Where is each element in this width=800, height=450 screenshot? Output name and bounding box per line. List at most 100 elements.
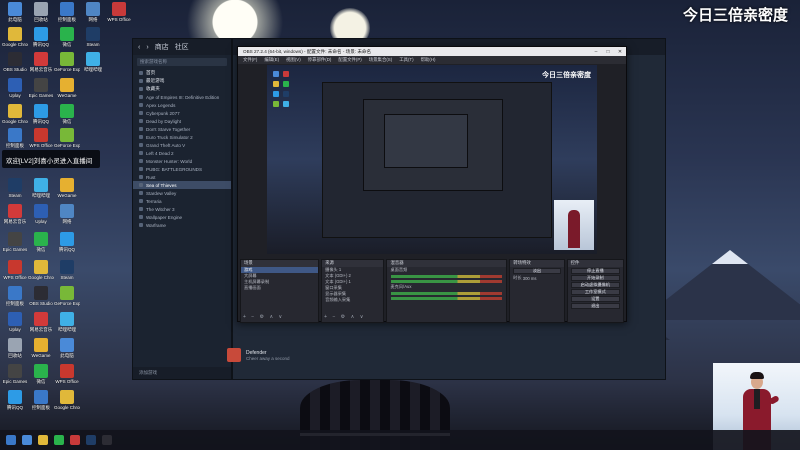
game-list-item[interactable]: Age of Empires III: Definitive Edition <box>133 93 231 101</box>
taskbar-app-icon[interactable] <box>102 435 112 445</box>
obs-titlebar: OBS 27.2.4 (64-bit, windows) - 配置文件: 未命名… <box>238 47 626 56</box>
audio-mixer-dock: 混音器 桌面音频 麦克风/Aux <box>386 259 508 323</box>
game-list-item[interactable]: Wallpaper Engine <box>133 213 231 221</box>
library-section[interactable]: 首页 <box>133 69 231 77</box>
preview-desktop-icon <box>283 101 289 107</box>
taskbar-app-icon[interactable] <box>22 435 32 445</box>
friend-status: Cheer away a second <box>246 355 290 361</box>
game-list-item[interactable]: Apex Legends <box>133 101 231 109</box>
sources-header: 来源 <box>322 260 384 267</box>
add-game-button[interactable]: 添加游戏 <box>133 367 231 379</box>
duration-input[interactable]: 300 ms <box>523 276 537 281</box>
taskbar <box>0 430 800 450</box>
menu-edit[interactable]: 编辑(E) <box>264 57 279 63</box>
controls-dock: 控件 停止直播 开始录制 启动虚拟摄像机 工作室模式 设置 退出 <box>566 259 624 323</box>
menu-scene-collection[interactable]: 场景集合(S) <box>369 57 392 63</box>
audio-meter <box>391 292 503 295</box>
game-list-item[interactable]: Dead by Daylight <box>133 117 231 125</box>
taskbar-app-icon[interactable] <box>86 435 96 445</box>
source-item[interactable]: 音频输入采集 <box>322 297 383 303</box>
game-list-item-selected[interactable]: Sea of Thieves <box>133 181 231 189</box>
preview-desktop-icon <box>273 101 279 107</box>
studio-mode-button[interactable]: 工作室模式 <box>570 289 620 295</box>
menu-tools[interactable]: 工具(T) <box>399 57 413 63</box>
menu-profile[interactable]: 配置文件(P) <box>338 57 361 63</box>
obs-docks: 场景 游戏 大屏幕 主机屏幕录制 直播画面 + − ⚙ ∧ ∨ 来源 摄像头 1… <box>238 259 626 323</box>
game-list-item[interactable]: Euro Truck Simulator 2 <box>133 133 231 141</box>
audio-volume-slider[interactable] <box>391 280 503 283</box>
menu-view[interactable]: 视图(V) <box>286 57 301 63</box>
library-section[interactable]: 最近游戏 <box>133 77 231 85</box>
game-icon <box>139 103 143 107</box>
desktop-icon[interactable]: 哔哩哔哩 <box>80 52 106 82</box>
minimize-icon[interactable]: – <box>590 49 602 55</box>
back-icon[interactable]: ‹ <box>138 44 140 51</box>
obs-preview[interactable]: 今日三倍亲密度 <box>267 65 597 254</box>
game-list-item[interactable]: Grand Theft Auto V <box>133 141 231 149</box>
scenes-header: 场景 <box>241 260 319 267</box>
taskbar-app-icon[interactable] <box>54 435 64 445</box>
scene-item[interactable]: 直播画面 <box>241 285 318 291</box>
menu-docks[interactable]: 停靠部件(D) <box>308 57 332 63</box>
window-title: OBS 27.2.4 (64-bit, windows) - 配置文件: 未命名… <box>243 48 372 54</box>
mixer-header: 混音器 <box>387 260 507 267</box>
maximize-icon[interactable]: □ <box>602 49 614 55</box>
menu-file[interactable]: 文件(F) <box>243 57 257 63</box>
desktop-icon[interactable]: 腾讯QQ <box>54 232 80 262</box>
friend-activity-row[interactable]: Defender Cheer away a second <box>222 345 502 365</box>
desktop-icon[interactable]: Epic Games <box>2 232 28 262</box>
desktop-icon[interactable]: 腾讯QQ <box>2 390 28 420</box>
game-list-item[interactable]: Monster Hunter: World <box>133 157 231 165</box>
source-toolbar[interactable]: + − ⚙ ∧ ∨ <box>324 314 365 320</box>
game-icon <box>139 95 143 99</box>
game-list-item[interactable]: PUBG: BATTLEGROUNDS <box>133 165 231 173</box>
scene-toolbar[interactable]: + − ⚙ ∧ ∨ <box>243 314 284 320</box>
game-list-item[interactable]: Stardew Valley <box>133 189 231 197</box>
close-icon[interactable]: ✕ <box>614 49 626 55</box>
game-list-item[interactable]: Left 4 Dead 2 <box>133 149 231 157</box>
forward-icon[interactable]: › <box>146 44 148 51</box>
preview-desktop-icon <box>283 91 289 97</box>
preview-desktop-icon <box>283 71 289 77</box>
game-list-item[interactable]: Terraria <box>133 197 231 205</box>
game-list-item[interactable]: Rust <box>133 173 231 181</box>
taskbar-app-icon[interactable] <box>38 435 48 445</box>
desktop-icon[interactable]: 网易云音乐 <box>2 204 28 234</box>
audio-volume-slider[interactable] <box>391 297 503 300</box>
streamer-figure <box>750 372 764 379</box>
preview-overlay-title: 今日三倍亲密度 <box>542 72 591 79</box>
desktop-icon[interactable]: WPS Office <box>106 2 132 32</box>
desktop-icon[interactable]: 微信 <box>28 232 54 262</box>
start-recording-button[interactable]: 开始录制 <box>570 275 620 281</box>
avatar <box>227 348 241 362</box>
desktop-icon[interactable]: 网络 <box>54 204 80 234</box>
stream-overlay-title: 今日三倍亲密度 <box>683 7 789 24</box>
tab-store[interactable]: 商店 <box>155 42 169 52</box>
game-list-item[interactable]: Don't Starve Together <box>133 125 231 133</box>
desktop-icon[interactable]: Uplay <box>28 204 54 234</box>
star-icon <box>139 87 143 91</box>
taskbar-app-icon[interactable] <box>70 435 80 445</box>
tab-community[interactable]: 社区 <box>175 42 189 52</box>
transitions-dock: 转场特效 淡出 时长 300 ms <box>509 259 565 323</box>
transition-select[interactable]: 淡出 <box>513 268 561 274</box>
library-section[interactable]: 收藏夹 <box>133 85 231 93</box>
game-list-item[interactable]: Cyberpunk 2077 <box>133 109 231 117</box>
game-list-item[interactable]: Warframe <box>133 221 231 229</box>
game-list-item[interactable]: The Witcher 3 <box>133 205 231 213</box>
settings-button[interactable]: 设置 <box>570 296 620 302</box>
stop-streaming-button[interactable]: 停止直播 <box>570 268 620 274</box>
desktop-icon[interactable]: Google Chrome <box>54 390 80 420</box>
virtual-camera-button[interactable]: 启动虚拟摄像机 <box>570 282 620 288</box>
game-icon <box>139 127 143 131</box>
desktop-icon[interactable]: 控制面板 <box>28 390 54 420</box>
start-icon[interactable] <box>6 435 16 445</box>
exit-button[interactable]: 退出 <box>570 303 620 309</box>
library-search-input[interactable]: 搜索游戏名称 <box>137 58 227 66</box>
mountain-snow-decoration <box>712 250 748 264</box>
preview-recursive-screen <box>322 82 552 238</box>
game-icon <box>139 223 143 227</box>
menu-help[interactable]: 帮助(H) <box>421 57 436 63</box>
obs-menubar: 文件(F) 编辑(E) 视图(V) 停靠部件(D) 配置文件(P) 场景集合(S… <box>238 56 626 64</box>
game-icon <box>139 111 143 115</box>
